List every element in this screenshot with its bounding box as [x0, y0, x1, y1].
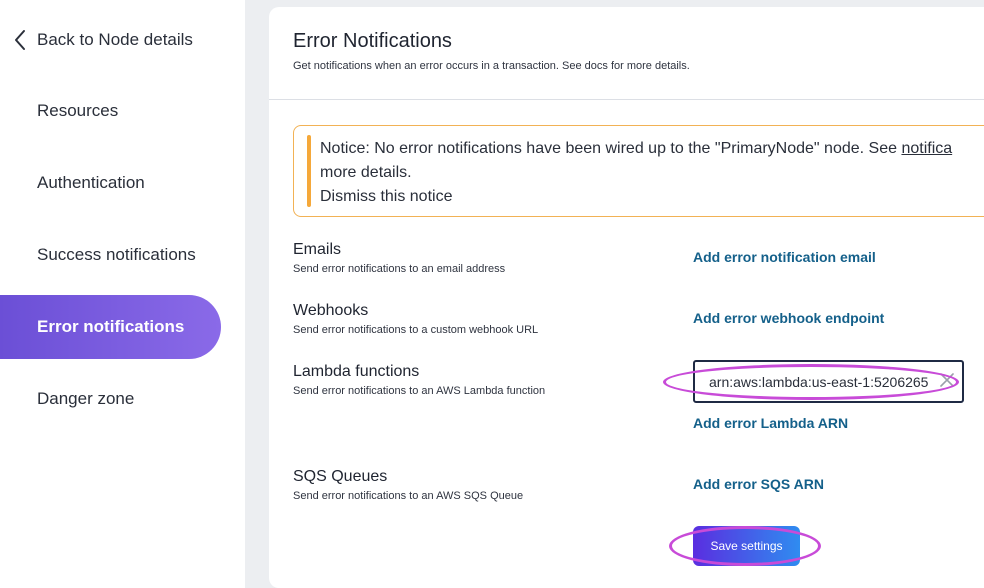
- sidebar-item-error-notifications[interactable]: Error notifications: [0, 295, 221, 359]
- lambda-section-desc: Send error notifications to an AWS Lambd…: [293, 385, 546, 397]
- lambda-arn-field: [693, 360, 964, 403]
- notice-line-1: Notice: No error notifications have been…: [320, 137, 984, 161]
- sidebar-item-danger-zone[interactable]: Danger zone: [0, 367, 221, 431]
- page-title: Error Notifications: [293, 30, 452, 52]
- back-link-label: Back to Node details: [37, 30, 193, 49]
- notice-banner: Notice: No error notifications have been…: [293, 125, 984, 217]
- clear-input-icon[interactable]: [938, 371, 956, 389]
- back-to-node-details-link[interactable]: Back to Node details: [8, 26, 193, 54]
- error-notifications-card: Error Notifications Get notifications wh…: [269, 7, 984, 588]
- sidebar-item-success-notifications[interactable]: Success notifications: [0, 223, 221, 287]
- emails-section-desc: Send error notifications to an email add…: [293, 263, 506, 275]
- dismiss-notice-link[interactable]: Dismiss this notice: [320, 185, 984, 209]
- add-error-lambda-arn-link[interactable]: Add error Lambda ARN: [693, 415, 848, 431]
- notice-docs-link[interactable]: notifica: [901, 140, 952, 157]
- add-error-notification-email-link[interactable]: Add error notification email: [693, 249, 876, 265]
- notice-accent-bar: [307, 135, 311, 207]
- sqs-section-title: SQS Queues: [293, 468, 388, 485]
- sqs-section-desc: Send error notifications to an AWS SQS Q…: [293, 490, 524, 502]
- sidebar-item-label: Danger zone: [37, 389, 135, 408]
- notice-line-2: more details.: [320, 164, 412, 181]
- webhooks-section-title: Webhooks: [293, 302, 369, 319]
- chevron-left-icon: [8, 26, 32, 54]
- sidebar-item-label: Authentication: [37, 173, 145, 192]
- add-error-sqs-arn-link[interactable]: Add error SQS ARN: [693, 476, 824, 492]
- sidebar-item-label: Resources: [37, 101, 119, 120]
- notice-text: Notice: No error notifications have been…: [320, 137, 984, 209]
- save-settings-button[interactable]: Save settings: [693, 526, 800, 566]
- emails-section-title: Emails: [293, 241, 342, 258]
- lambda-section-title: Lambda functions: [293, 363, 420, 380]
- sidebar-item-label: Error notifications: [37, 317, 185, 336]
- add-error-webhook-endpoint-link[interactable]: Add error webhook endpoint: [693, 310, 884, 326]
- page-subtitle: Get notifications when an error occurs i…: [293, 60, 690, 72]
- sidebar-item-label: Success notifications: [37, 245, 196, 264]
- notice-message: Notice: No error notifications have been…: [320, 140, 902, 157]
- divider: [269, 99, 984, 100]
- sidebar: Back to Node details Resources Authentic…: [0, 0, 245, 588]
- webhooks-section-desc: Send error notifications to a custom web…: [293, 324, 539, 336]
- sidebar-item-resources[interactable]: Resources: [0, 79, 221, 143]
- sidebar-item-authentication[interactable]: Authentication: [0, 151, 221, 215]
- lambda-arn-input[interactable]: [695, 362, 935, 401]
